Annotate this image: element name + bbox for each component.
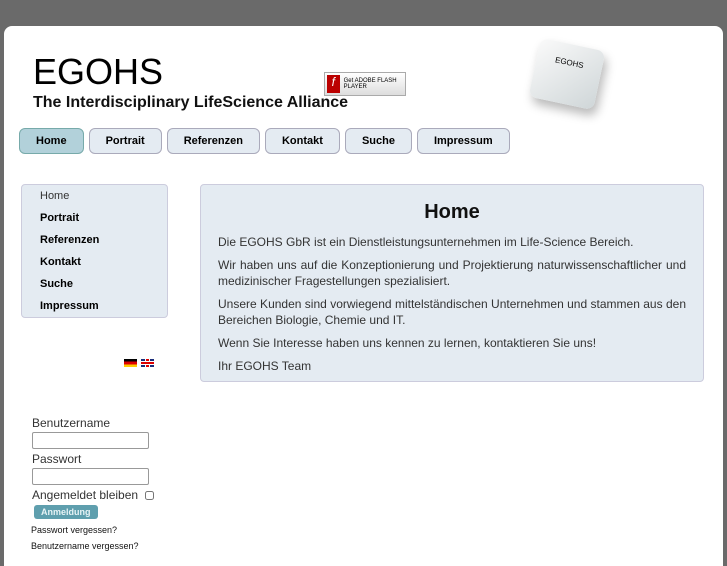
site-title: EGOHS: [33, 51, 164, 92]
page-heading: Home: [424, 201, 480, 223]
site-subtitle: The Interdisciplinary LifeScience Allian…: [33, 94, 349, 111]
login-form: Benutzername Passwort Angemeldet bleiben…: [31, 416, 155, 557]
sidebar-item-kontakt[interactable]: Kontakt: [22, 251, 167, 273]
password-label: Passwort: [32, 452, 82, 466]
logo-key-image: EGOHS: [528, 37, 606, 111]
sidebar-menu: Home Portrait Referenzen Kontakt Suche I…: [21, 184, 168, 318]
paragraph: Wenn Sie Interesse haben uns kennen zu l…: [218, 336, 597, 350]
content-panel: Home Die EGOHS GbR ist ein Dienstleistun…: [200, 184, 704, 382]
paragraph: Unsere Kunden sind vorwiegend mittelstän…: [218, 297, 686, 327]
german-flag-icon[interactable]: [124, 359, 137, 367]
forgot-password-link[interactable]: Passwort vergessen?: [31, 525, 154, 535]
page: EGOHS The Interdisciplinary LifeScience …: [4, 26, 723, 566]
nav-referenzen[interactable]: Referenzen: [166, 128, 260, 154]
remember-checkbox[interactable]: [145, 491, 155, 501]
login-button[interactable]: Anmeldung: [34, 505, 98, 519]
paragraph: Ihr EGOHS Team: [218, 359, 312, 373]
nav-home[interactable]: Home: [19, 128, 84, 154]
nav-suche[interactable]: Suche: [344, 128, 412, 154]
nav-impressum[interactable]: Impressum: [416, 128, 510, 154]
username-label: Benutzername: [32, 416, 111, 430]
paragraph: Die EGOHS GbR ist ein Dienstleistungsunt…: [218, 235, 634, 249]
sidebar-item-home[interactable]: Home: [22, 185, 167, 207]
paragraph: Wir haben uns auf die Konzeptionierung u…: [218, 258, 686, 288]
sidebar-item-impressum[interactable]: Impressum: [22, 295, 167, 317]
forgot-username-link[interactable]: Benutzername vergessen?: [31, 541, 154, 551]
username-input[interactable]: [32, 432, 149, 449]
flash-icon: f: [327, 75, 340, 93]
uk-flag-icon[interactable]: [141, 359, 154, 367]
nav-portrait[interactable]: Portrait: [88, 128, 162, 154]
nav-kontakt[interactable]: Kontakt: [264, 128, 340, 154]
sidebar-item-portrait[interactable]: Portrait: [22, 207, 167, 229]
password-input[interactable]: [32, 468, 149, 485]
sidebar-item-suche[interactable]: Suche: [22, 273, 167, 295]
sidebar-item-referenzen[interactable]: Referenzen: [22, 229, 167, 251]
main-nav: Home Portrait Referenzen Kontakt Suche I…: [19, 128, 510, 154]
remember-label: Angemeldet bleiben: [32, 488, 139, 502]
flash-player-badge[interactable]: f Get ADOBE FLASH PLAYER: [324, 72, 406, 96]
